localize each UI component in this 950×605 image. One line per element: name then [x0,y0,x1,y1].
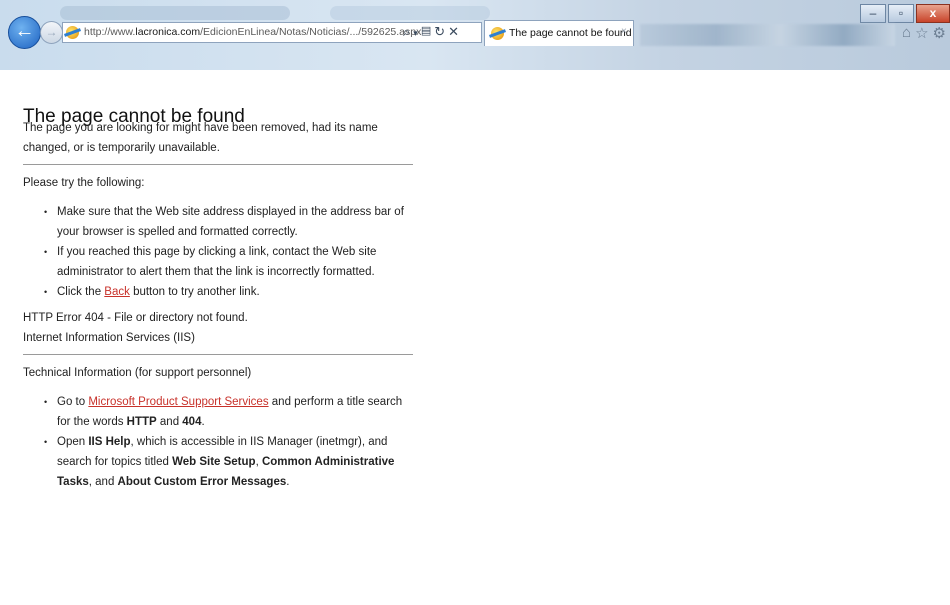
list-item: If you reached this page by clicking a l… [44,242,418,282]
browser-chrome: – ▫ x ← → http://www.lacronica.com/Edici… [0,0,950,70]
tab-close-icon[interactable]: × [621,26,627,37]
arrow-left-icon: ← [14,20,35,42]
list-item: Click the Back button to try another lin… [44,282,418,302]
restore-button[interactable]: ▫ [888,4,914,23]
address-bar[interactable]: http://www.lacronica.com/EdicionEnLinea/… [62,22,482,43]
keyword-iis-help: IIS Help [88,436,131,448]
list-item-text: . [201,416,205,428]
forward-button[interactable]: → [40,21,63,44]
support-services-link[interactable]: Microsoft Product Support Services [88,396,268,408]
list-item-text: Open [57,436,89,448]
compat-view-icon[interactable]: ▤ [421,24,431,42]
tab-active[interactable]: The page cannot be found × [484,20,634,46]
favorites-icon[interactable]: ☆ [915,24,928,42]
list-item: Make sure that the Web site address disp… [44,202,418,242]
close-window-button[interactable]: x [916,4,950,23]
divider [23,354,413,355]
error-content: The page you are looking for might have … [23,118,418,498]
list-item-text: button to try another link. [129,286,260,298]
keyword-custom-errors: About Custom Error Messages [117,476,287,488]
back-link[interactable]: Back [104,286,130,298]
title-bar-blur [60,6,290,20]
list-item: Go to Microsoft Product Support Services… [44,392,418,432]
url-domain: lacronica.com [135,26,201,38]
back-button[interactable]: ← [8,16,41,49]
error-code: HTTP Error 404 - File or directory not f… [23,312,248,324]
tab-title: The page cannot be found [509,27,632,39]
minimize-button[interactable]: – [860,4,886,23]
ie-page-icon [66,26,79,39]
home-icon[interactable]: ⌂ [902,24,911,42]
url-path: /EdicionEnLinea/Notas/Noticias/.../59262… [200,26,422,38]
stop-icon[interactable]: ✕ [448,24,459,42]
address-tools: ⌕ ▾ ▤ ↻ ✕ [403,24,459,42]
dropdown-icon[interactable]: ▾ [413,24,418,42]
keyword-web-site-setup: Web Site Setup [172,456,256,468]
server-name: Internet Information Services (IIS) [23,332,195,344]
tab-strip-blur [640,24,895,46]
url-text[interactable]: http://www.lacronica.com/EdicionEnLinea/… [84,26,421,38]
divider [23,164,413,165]
toolbar-icons: ⌂ ☆ ⚙ [902,24,946,42]
try-heading: Please try the following: [23,177,145,189]
search-icon[interactable]: ⌕ [403,24,410,42]
url-prefix: http://www. [84,26,136,38]
tech-list: Go to Microsoft Product Support Services… [23,392,418,492]
tech-heading: Technical Information (for support perso… [23,367,252,379]
list-item-text: Go to [57,396,89,408]
keyword-404: 404 [182,416,202,428]
ie-page-icon [491,27,504,40]
keyword-http: HTTP [126,416,157,428]
list-item: Open IIS Help, which is accessible in II… [44,432,418,492]
settings-icon[interactable]: ⚙ [933,24,946,42]
list-item-text: and [156,416,183,428]
list-item-text: Click the [57,286,105,298]
list-item-text: , and [88,476,118,488]
arrow-right-icon: → [45,25,58,39]
refresh-icon[interactable]: ↻ [434,24,445,42]
title-bar-blur [330,6,490,20]
intro-text: The page you are looking for might have … [23,122,378,154]
window-controls: – ▫ x [858,4,950,23]
list-item-text: . [286,476,290,488]
tips-list: Make sure that the Web site address disp… [23,202,418,302]
